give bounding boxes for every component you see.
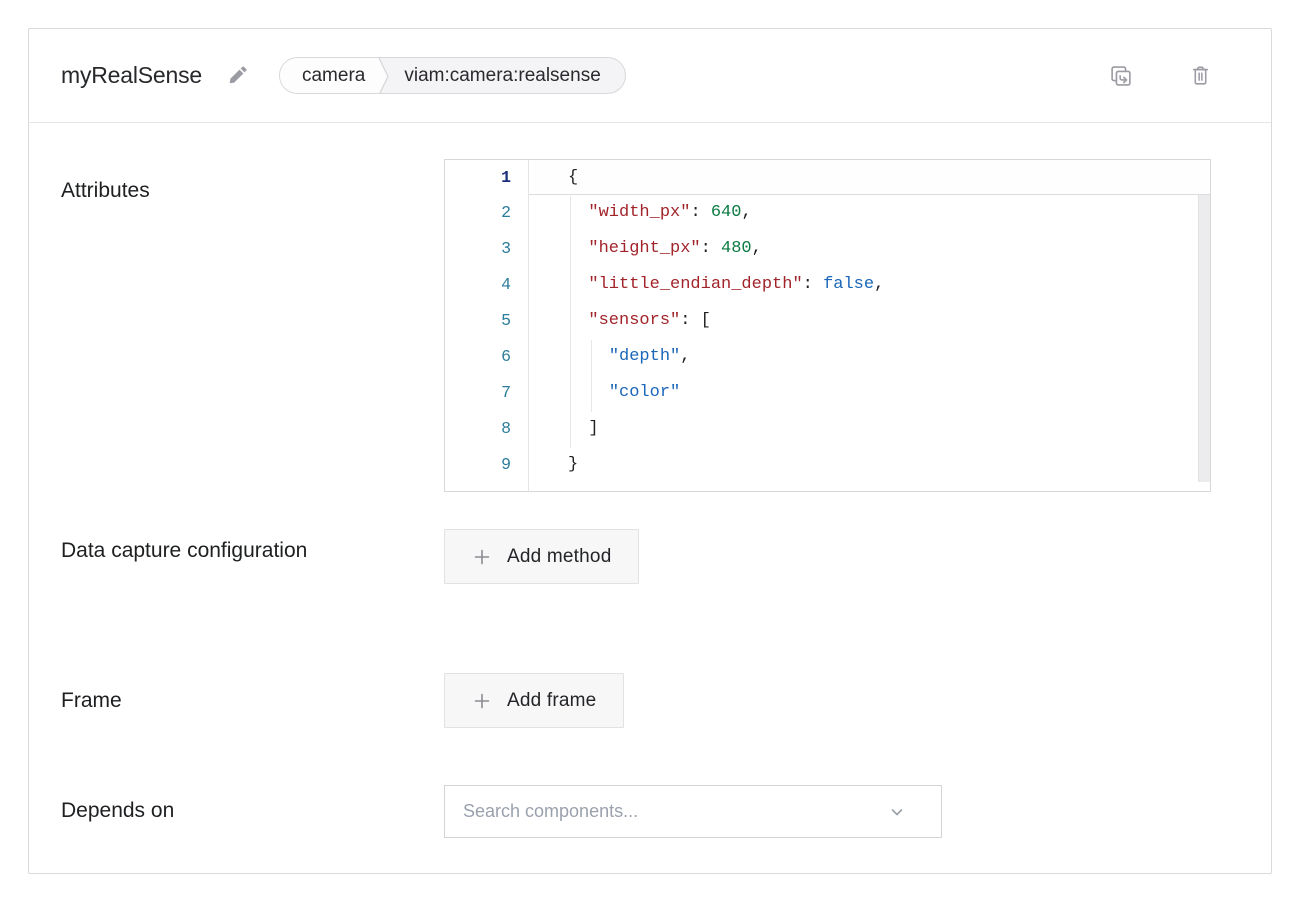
- badge-model: viam:camera:realsense: [392, 58, 624, 93]
- component-header: myRealSense camera viam:camera:realsense: [29, 29, 1271, 123]
- attributes-label: Attributes: [61, 159, 444, 492]
- line-number: 7: [445, 375, 528, 411]
- attributes-json-editor[interactable]: 123456789 { "width_px": 640, "height_px"…: [444, 159, 1211, 492]
- component-card: myRealSense camera viam:camera:realsense: [28, 28, 1272, 874]
- attributes-row: Attributes 123456789 { "width_px": 640, …: [61, 159, 1239, 492]
- add-frame-button[interactable]: Add frame: [444, 673, 624, 728]
- code-line[interactable]: "sensors": [: [529, 303, 1210, 339]
- line-number: 6: [445, 339, 528, 375]
- gutter-numbers: 123456789: [445, 160, 529, 491]
- code-line[interactable]: "height_px": 480,: [529, 231, 1210, 267]
- duplicate-icon: [1108, 63, 1134, 89]
- code-line[interactable]: {: [529, 160, 1210, 195]
- code-lines[interactable]: { "width_px": 640, "height_px": 480, "li…: [529, 160, 1210, 491]
- code-line[interactable]: "little_endian_depth": false,: [529, 267, 1210, 303]
- depends-on-row: Depends on: [61, 785, 1239, 838]
- delete-button[interactable]: [1186, 61, 1215, 90]
- pencil-icon: [226, 64, 249, 87]
- line-number: 4: [445, 267, 528, 303]
- add-method-label: Add method: [507, 546, 611, 568]
- header-actions: [1106, 61, 1241, 91]
- editor-scrollbar[interactable]: [1198, 195, 1210, 482]
- search-components-input[interactable]: [463, 801, 889, 822]
- code-line[interactable]: "depth",: [529, 339, 1210, 375]
- add-method-button[interactable]: Add method: [444, 529, 639, 584]
- line-number: 2: [445, 195, 528, 231]
- indent-guide: [591, 340, 592, 412]
- add-frame-label: Add frame: [507, 690, 596, 712]
- line-number: 1: [445, 160, 528, 195]
- code-line[interactable]: "width_px": 640,: [529, 195, 1210, 231]
- component-body: Attributes 123456789 { "width_px": 640, …: [29, 123, 1271, 838]
- data-capture-row: Data capture configuration Add method: [61, 529, 1239, 584]
- line-number: 5: [445, 303, 528, 339]
- data-capture-label: Data capture configuration: [61, 529, 444, 584]
- line-number: 9: [445, 447, 528, 483]
- code-line[interactable]: ]: [529, 411, 1210, 447]
- chevron-down-icon[interactable]: [889, 804, 923, 820]
- code-line[interactable]: "color": [529, 375, 1210, 411]
- plus-icon: [472, 691, 492, 711]
- chevron-right-icon: [375, 58, 392, 93]
- frame-label: Frame: [61, 673, 444, 728]
- trash-icon: [1188, 63, 1213, 88]
- rename-button[interactable]: [224, 62, 251, 89]
- badge-type: camera: [280, 58, 375, 93]
- line-number: 3: [445, 231, 528, 267]
- indent-guide: [570, 196, 571, 448]
- duplicate-button[interactable]: [1106, 61, 1136, 91]
- plus-icon: [472, 547, 492, 567]
- depends-on-select[interactable]: [444, 785, 942, 838]
- line-number: 8: [445, 411, 528, 447]
- code-line[interactable]: }: [529, 447, 1210, 483]
- depends-on-label: Depends on: [61, 785, 444, 838]
- component-name: myRealSense: [61, 62, 202, 89]
- frame-row: Frame Add frame: [61, 673, 1239, 728]
- component-type-badge: camera viam:camera:realsense: [279, 57, 626, 94]
